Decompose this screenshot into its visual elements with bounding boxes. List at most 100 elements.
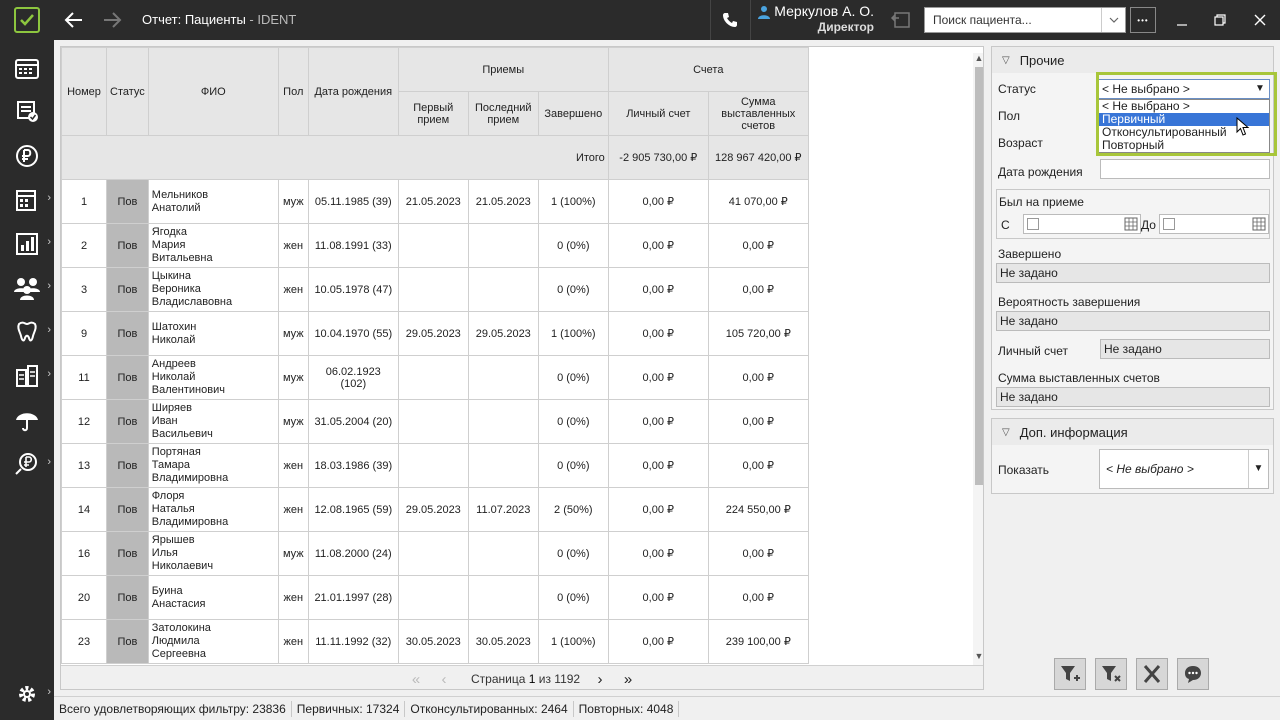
- column-header-completed[interactable]: Завершено: [537, 91, 609, 136]
- column-header-gender[interactable]: Пол: [277, 47, 309, 136]
- table-row[interactable]: 12 Пов Ширяев Иван Васильевич муж 31.05.2004 (…: [61, 399, 809, 444]
- cell-birth: 12.08.1965 (59): [307, 487, 399, 532]
- export-excel-button[interactable]: [1136, 658, 1168, 690]
- total-personal-account: -2 905 730,00 ₽: [607, 135, 709, 180]
- visited-label: Был на приеме: [999, 195, 1084, 209]
- from-date-field[interactable]: [1023, 214, 1141, 234]
- comment-button[interactable]: [1177, 658, 1209, 690]
- phone-button[interactable]: [712, 0, 748, 40]
- probability-field[interactable]: Не задано: [996, 311, 1270, 331]
- maximize-button[interactable]: [1200, 0, 1240, 40]
- table-row[interactable]: 13 Пов Портяная Тамара Владимировна жен 18.03.…: [61, 443, 809, 488]
- column-header-fio[interactable]: ФИО: [147, 47, 279, 136]
- cell-first-visit: [397, 223, 469, 268]
- sidebar-item-tasks[interactable]: [0, 92, 54, 132]
- cell-completed: 1 (100%): [537, 179, 609, 224]
- table-row[interactable]: 20 Пов Буина Анастасия жен 21.01.1997 (28) 0 (…: [61, 575, 809, 620]
- sidebar-item-warehouse[interactable]: ›: [0, 356, 54, 396]
- table-row[interactable]: 23 Пов Затолокина Людмила Сергеевна жен 11.11.…: [61, 619, 809, 664]
- cell-first-visit: [397, 575, 469, 620]
- sidebar-item-finance[interactable]: ›: [0, 444, 54, 484]
- to-date-field[interactable]: [1159, 214, 1269, 234]
- chevron-down-icon[interactable]: [1101, 8, 1125, 32]
- bills-sum-field[interactable]: Не задано: [996, 387, 1270, 407]
- sidebar-item-schedule[interactable]: [0, 48, 54, 88]
- clear-filter-button[interactable]: [1095, 658, 1127, 690]
- column-header-bills-sum[interactable]: Сумма выставленных счетов: [707, 91, 809, 136]
- from-checkbox[interactable]: [1027, 218, 1039, 230]
- back-button[interactable]: [60, 6, 88, 34]
- show-selected-value: < Не выбрано >: [1106, 462, 1194, 476]
- table-row[interactable]: 2 Пов Ягодка Мария Витальевна жен 11.08.1991 (…: [61, 223, 809, 268]
- collapse-triangle-icon: ▽: [1002, 426, 1010, 438]
- filter-remove-icon: [1102, 666, 1121, 682]
- sidebar-item-payments[interactable]: [0, 136, 54, 176]
- status-repeat: Повторных: 4048: [574, 700, 680, 717]
- cell-status: Пов: [106, 443, 149, 488]
- cell-gender: муж: [277, 311, 309, 356]
- last-page-button[interactable]: »: [617, 669, 639, 689]
- section-extra-header[interactable]: ▽ Доп. информация: [992, 419, 1273, 445]
- cell-number: 16: [61, 531, 107, 576]
- column-header-personal-account[interactable]: Личный счет: [607, 91, 709, 136]
- apply-filter-button[interactable]: [1054, 658, 1086, 690]
- app-logo[interactable]: [0, 0, 54, 40]
- cell-last-visit: 11.07.2023: [467, 487, 539, 532]
- status-dropdown[interactable]: < Не выбрано > ▼: [1098, 79, 1270, 99]
- sidebar-item-settings[interactable]: ›: [0, 674, 54, 714]
- table-row[interactable]: 11 Пов Андреев Николай Валентинович муж 06.02.…: [61, 355, 809, 400]
- sidebar-item-calendar[interactable]: ›: [0, 180, 54, 220]
- column-header-birth[interactable]: Дата рождения: [307, 47, 399, 136]
- column-header-number[interactable]: Номер: [61, 47, 107, 136]
- close-button[interactable]: [1240, 0, 1280, 40]
- first-page-button[interactable]: «: [405, 669, 427, 689]
- scroll-down-icon[interactable]: ▼: [973, 651, 983, 663]
- search-input[interactable]: [925, 8, 1095, 32]
- table-row[interactable]: 9 Пов Шатохин Николай муж 10.04.1970 (55) 29.0…: [61, 311, 809, 356]
- status-selected-value: < Не выбрано >: [1102, 82, 1190, 96]
- table-row[interactable]: 16 Пов Ярышев Илья Николаевич муж 11.08.2000 (…: [61, 531, 809, 576]
- status-bar: Всего удовлетворяющих фильтру: 23836 Пер…: [54, 696, 1280, 720]
- table-row[interactable]: 3 Пов Цыкина Вероника Владиславовна жен 10.05.…: [61, 267, 809, 312]
- completed-field[interactable]: Не задано: [996, 263, 1270, 283]
- calendar-icon[interactable]: [1252, 217, 1266, 236]
- chevron-down-icon[interactable]: ▼: [1248, 450, 1268, 488]
- show-dropdown[interactable]: < Не выбрано > ▼: [1099, 449, 1269, 489]
- vertical-scrollbar[interactable]: ▲ ▼: [973, 53, 983, 665]
- forward-button[interactable]: [98, 6, 126, 34]
- fio-line: Мельников: [151, 188, 209, 201]
- patient-search[interactable]: [924, 7, 1126, 33]
- scroll-up-icon[interactable]: ▲: [973, 53, 983, 65]
- to-checkbox[interactable]: [1163, 218, 1175, 230]
- cell-personal-account: 0,00 ₽: [607, 531, 709, 576]
- table-row[interactable]: 14 Пов Флоря Наталья Владимировна жен 12.08.19…: [61, 487, 809, 532]
- next-page-button[interactable]: ›: [589, 669, 611, 689]
- sidebar-item-reports[interactable]: ›: [0, 224, 54, 264]
- cell-bills-sum: 0,00 ₽: [707, 267, 809, 312]
- sidebar-item-dental[interactable]: ›: [0, 312, 54, 352]
- history-button[interactable]: [884, 6, 916, 34]
- birth-date-field[interactable]: [1100, 159, 1270, 179]
- minimize-button[interactable]: [1162, 0, 1202, 40]
- cell-first-visit: 30.05.2023: [397, 619, 469, 664]
- column-header-status[interactable]: Статус: [106, 47, 149, 136]
- section-other-header[interactable]: ▽ Прочие: [992, 47, 1273, 73]
- table-row[interactable]: 1 Пов Мельников Анатолий муж 05.11.1985 (39) 2…: [61, 179, 809, 224]
- cell-first-visit: 29.05.2023: [397, 311, 469, 356]
- scrollbar-thumb[interactable]: [975, 67, 983, 485]
- history-icon: [890, 12, 910, 28]
- cell-first-visit: 21.05.2023: [397, 179, 469, 224]
- chevron-down-icon[interactable]: ▼: [1253, 80, 1267, 98]
- status-option[interactable]: Повторный: [1099, 139, 1269, 152]
- prev-page-button[interactable]: ‹: [433, 669, 455, 689]
- user-info[interactable]: Меркулов А. О. Директор: [760, 3, 874, 34]
- personal-account-field[interactable]: Не задано: [1100, 339, 1270, 359]
- column-header-last-visit[interactable]: Последний прием: [467, 91, 539, 136]
- sidebar-item-insurance[interactable]: [0, 400, 54, 440]
- column-header-first-visit[interactable]: Первый прием: [397, 91, 469, 136]
- more-button[interactable]: •••: [1130, 7, 1156, 33]
- cell-completed: 0 (0%): [537, 267, 609, 312]
- calendar-icon[interactable]: [1124, 217, 1138, 236]
- sidebar-item-patients[interactable]: ›: [0, 268, 54, 308]
- total-label: Итого: [61, 135, 609, 180]
